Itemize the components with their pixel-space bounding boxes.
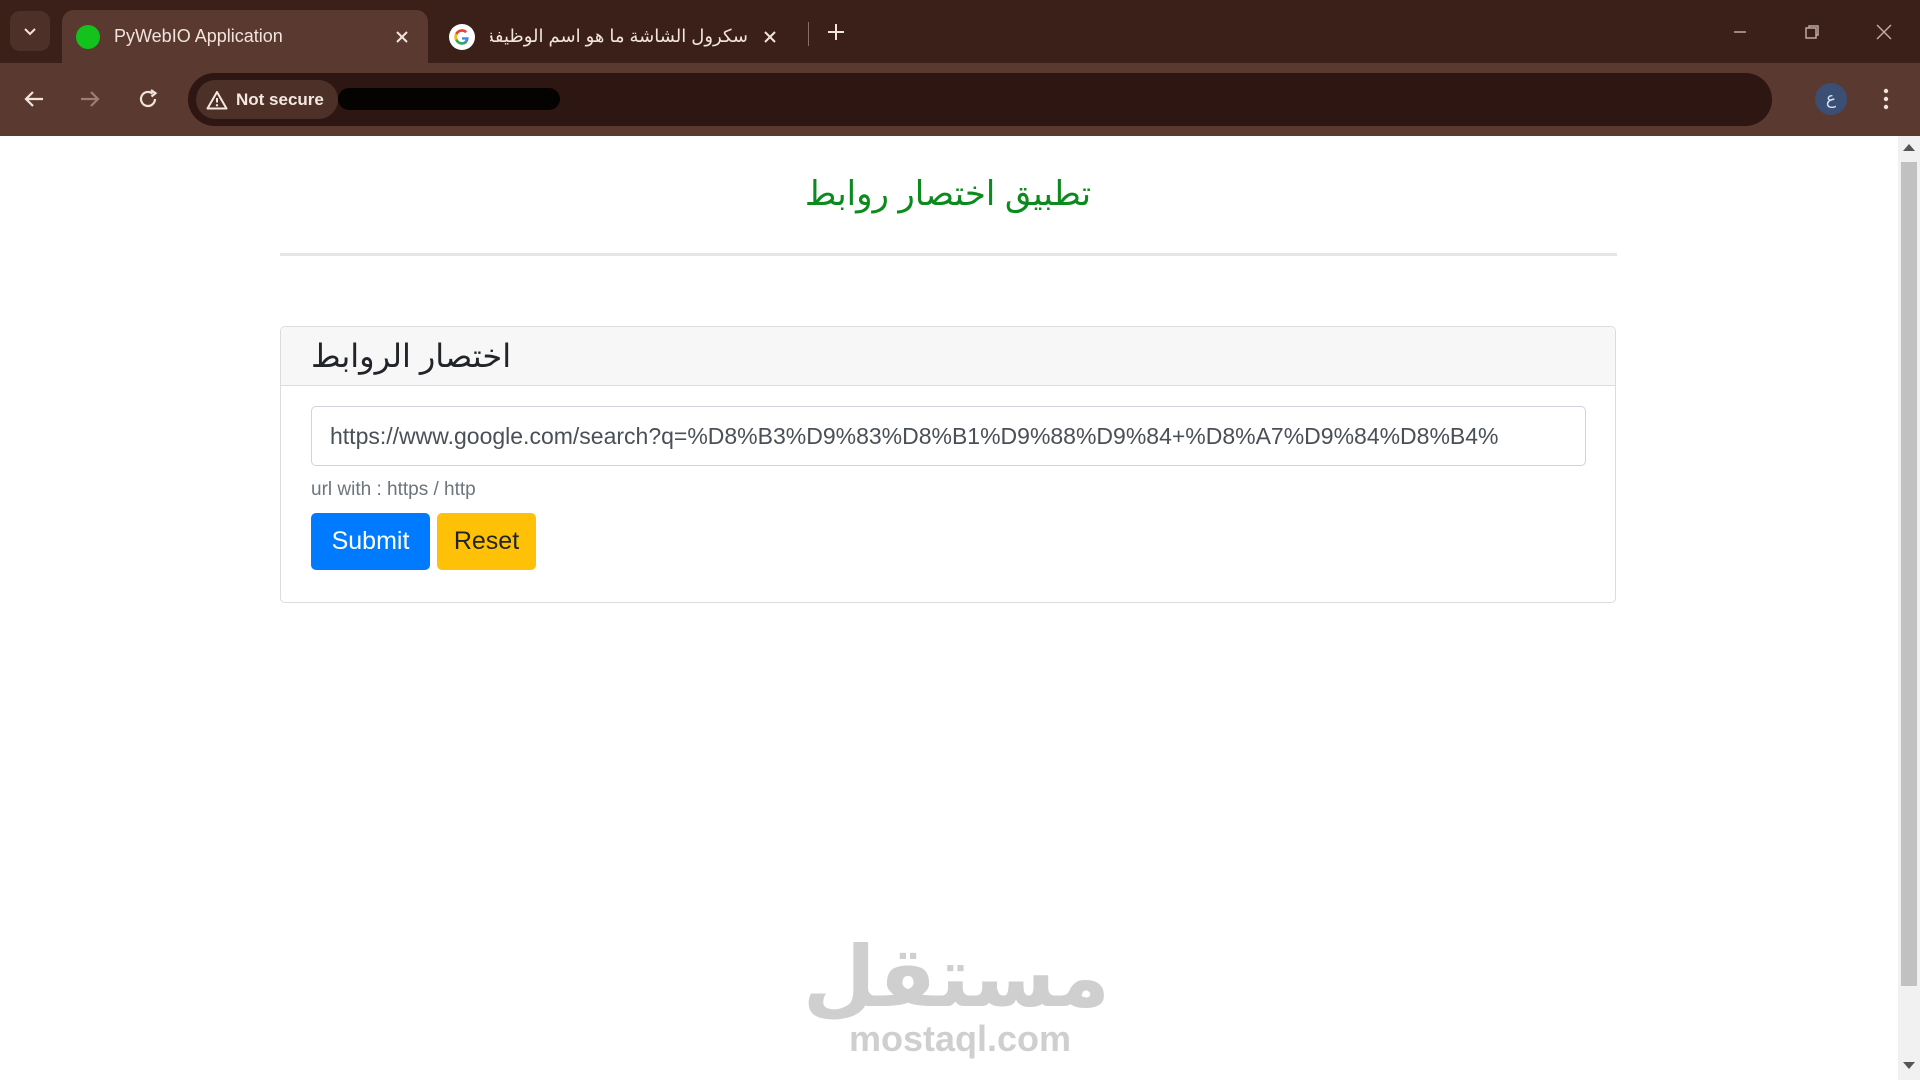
redacted-url xyxy=(338,88,560,110)
shorten-form-card: اختصار الروابط url with : https / http S… xyxy=(280,326,1616,603)
page-scrollbar[interactable] xyxy=(1898,136,1920,1080)
browser-menu-button[interactable] xyxy=(1868,81,1904,117)
scroll-down-arrow-icon[interactable] xyxy=(1903,1062,1915,1069)
submit-button[interactable]: Submit xyxy=(311,513,430,570)
google-icon xyxy=(449,23,475,50)
card-title: اختصار الروابط xyxy=(311,338,512,374)
watermark-latin: mostaql.com xyxy=(848,1018,1072,1059)
tab-title: PyWebIO Application xyxy=(114,26,283,46)
tab-pywebio[interactable]: PyWebIO Application xyxy=(62,10,428,63)
profile-avatar[interactable]: ع xyxy=(1815,83,1847,115)
reload-icon xyxy=(139,89,158,108)
page-title: تطبيق اختصار روابط xyxy=(804,175,1092,213)
close-tab-icon[interactable] xyxy=(388,23,416,51)
new-tab-button[interactable] xyxy=(820,16,852,48)
chevron-down-icon xyxy=(24,28,36,36)
close-tab-icon[interactable] xyxy=(756,23,784,51)
restore-button[interactable] xyxy=(1790,12,1834,52)
reset-button[interactable]: Reset xyxy=(437,513,536,570)
url-help-text: url with : https / http xyxy=(311,479,476,500)
warning-icon xyxy=(206,90,228,109)
card-header: اختصار الروابط xyxy=(281,327,1615,386)
plus-icon xyxy=(828,24,844,40)
tab-google-search[interactable]: سكرول الشاشة ما هو اسم الوظيفة - xyxy=(436,10,796,63)
tab-search-button[interactable] xyxy=(10,11,50,51)
scroll-up-arrow-icon[interactable] xyxy=(1903,144,1915,151)
page-viewport: تطبيق اختصار روابط اختصار الروابط url wi… xyxy=(0,136,1898,1080)
title-divider xyxy=(280,253,1617,256)
security-indicator[interactable]: Not secure xyxy=(196,80,338,119)
tab-title: سكرول الشاشة ما هو اسم الوظيفة - xyxy=(490,26,748,46)
reload-button[interactable] xyxy=(130,81,166,117)
pywebio-favicon-icon xyxy=(76,24,100,49)
minimize-icon xyxy=(1734,31,1746,33)
more-vertical-icon xyxy=(1883,88,1889,110)
close-icon xyxy=(1876,24,1892,40)
minimize-button[interactable] xyxy=(1718,12,1762,52)
address-bar[interactable]: Not secure xyxy=(188,73,1772,126)
security-label: Not secure xyxy=(236,89,324,109)
forward-button[interactable] xyxy=(72,81,108,117)
url-input[interactable] xyxy=(311,406,1586,466)
browser-toolbar: Not secure ع xyxy=(0,63,1920,136)
arrow-right-icon xyxy=(81,91,100,107)
mostaql-watermark: مستقل mostaql.com xyxy=(802,930,1110,1059)
close-window-button[interactable] xyxy=(1862,12,1906,52)
arrow-left-icon xyxy=(24,91,43,107)
scroll-thumb[interactable] xyxy=(1901,162,1917,986)
watermark-arabic: مستقل xyxy=(802,930,1110,1024)
tab-separator xyxy=(808,22,809,46)
tab-strip: PyWebIO Application سكرول الشاشة ما هو ا… xyxy=(0,0,1920,63)
back-button[interactable] xyxy=(16,81,52,117)
restore-icon xyxy=(1805,25,1819,39)
